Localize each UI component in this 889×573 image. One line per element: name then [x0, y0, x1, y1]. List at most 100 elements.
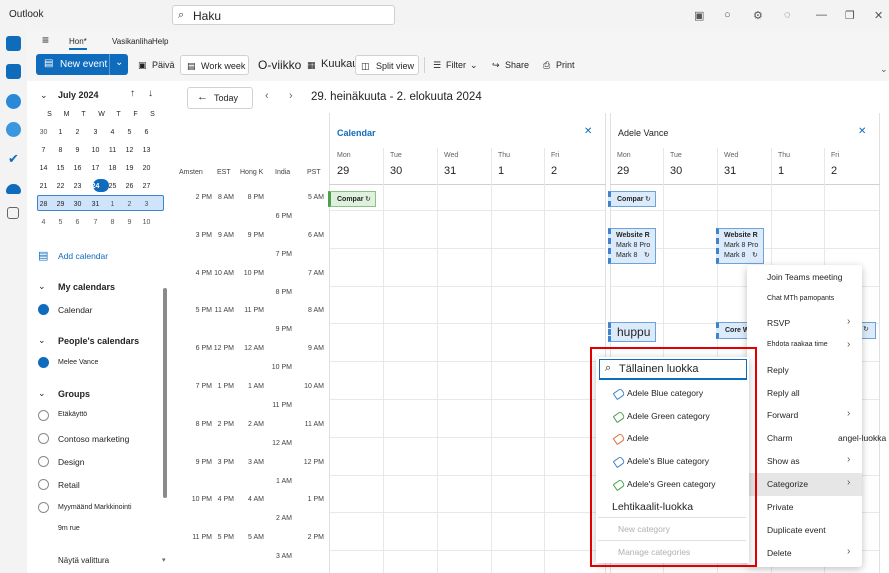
mini-cal-day[interactable]: 27: [138, 183, 155, 190]
context-menu-item[interactable]: RSVP: [767, 318, 790, 328]
day-number[interactable]: 31: [444, 165, 456, 177]
mini-cal-day[interactable]: 1: [52, 129, 69, 136]
mini-cal-day[interactable]: 11: [104, 147, 121, 154]
mini-cal-day[interactable]: 9: [121, 219, 138, 226]
filter-button[interactable]: ☰ Filter ⌄: [430, 55, 482, 75]
context-menu-item[interactable]: Charm: [767, 433, 793, 443]
sidebar-scrollbar[interactable]: [163, 288, 167, 498]
mini-cal-day[interactable]: 10: [138, 219, 155, 226]
arrow-up-icon[interactable]: ↑: [130, 88, 135, 99]
today-button[interactable]: ← Today: [187, 87, 253, 109]
event-huppu[interactable]: huppu: [608, 322, 656, 342]
mini-cal-day[interactable]: 8: [104, 219, 121, 226]
day-number[interactable]: 30: [670, 165, 682, 177]
mini-cal-day[interactable]: 8: [52, 147, 69, 154]
mini-cal-day[interactable]: 30: [35, 129, 52, 136]
ribbon-expand-icon[interactable]: ⌄: [880, 64, 888, 75]
event-compar-adele[interactable]: Compar ↻: [608, 191, 656, 207]
event-website[interactable]: Website R Mark 8 Pro Mark 8 ↻: [716, 228, 764, 264]
todo-icon[interactable]: ✔: [6, 151, 21, 166]
mini-cal-day[interactable]: 25: [104, 183, 121, 190]
my-calendars-heading[interactable]: My calendars: [58, 282, 115, 292]
mini-cal-day[interactable]: 30: [69, 201, 86, 208]
mini-cal-day[interactable]: 22: [52, 183, 69, 190]
mini-cal-day[interactable]: 2: [121, 201, 138, 208]
chevron-down-icon[interactable]: ⌄: [115, 57, 123, 68]
add-calendar-link[interactable]: Add calendar: [58, 251, 108, 261]
tab-help[interactable]: Help: [152, 37, 168, 46]
groups-icon[interactable]: [6, 122, 21, 137]
search-input[interactable]: Haku: [193, 9, 221, 23]
chevron-left-icon[interactable]: ‹: [265, 90, 269, 102]
mini-cal-day[interactable]: 7: [35, 147, 52, 154]
event-website[interactable]: Website R Mark 8 Pro Mark 8 ↻: [608, 228, 656, 264]
context-menu-item[interactable]: Join Teams meeting: [767, 272, 842, 282]
chevron-right-icon[interactable]: ›: [289, 90, 293, 102]
chevron-down-icon[interactable]: ⌄: [40, 90, 48, 101]
mini-cal-day[interactable]: 9: [69, 147, 86, 154]
day-number[interactable]: 29: [337, 165, 349, 177]
context-menu-item[interactable]: Delete: [767, 548, 792, 558]
group-checkbox[interactable]: [38, 479, 49, 490]
split-view-button[interactable]: ◫ Split view: [355, 55, 419, 75]
new-event-button[interactable]: ▤ New event ⌄: [36, 54, 128, 75]
mini-cal-day[interactable]: 15: [52, 165, 69, 172]
mini-cal-day[interactable]: 14: [35, 165, 52, 172]
context-menu-item[interactable]: Ehdota raakaa time: [767, 341, 828, 348]
mini-cal-day[interactable]: 1: [104, 201, 121, 208]
mini-cal-day[interactable]: 3: [87, 129, 104, 136]
mini-cal-day[interactable]: 3: [138, 201, 155, 208]
mini-cal-day[interactable]: 2: [69, 129, 86, 136]
mini-cal-day[interactable]: 7: [87, 219, 104, 226]
close-icon[interactable]: ✕: [874, 9, 883, 22]
mini-cal-day[interactable]: 12: [121, 147, 138, 154]
mini-cal-day[interactable]: 5: [52, 219, 69, 226]
calendar-icon[interactable]: [6, 64, 21, 79]
day-number[interactable]: 1: [498, 165, 504, 177]
event-compar[interactable]: Compar ↻: [328, 191, 376, 207]
restore-icon[interactable]: ❐: [845, 9, 855, 22]
show-all-link[interactable]: Näytä valittura: [58, 556, 109, 565]
context-menu-item[interactable]: Forward: [767, 410, 798, 420]
groups-heading[interactable]: Groups: [58, 389, 90, 399]
mini-cal-day[interactable]: 18: [104, 165, 121, 172]
context-menu-item[interactable]: Categorize: [767, 479, 808, 489]
group-checkbox[interactable]: [38, 502, 49, 513]
close-icon[interactable]: ✕: [858, 126, 866, 137]
mini-cal-day[interactable]: 31: [87, 201, 104, 208]
mini-cal-day[interactable]: 29: [52, 201, 69, 208]
day-number[interactable]: 2: [831, 165, 837, 177]
day-number[interactable]: 1: [778, 165, 784, 177]
calendar-checkbox[interactable]: [38, 304, 49, 315]
context-menu-item[interactable]: Reply: [767, 365, 789, 375]
mini-cal-day[interactable]: 19: [121, 165, 138, 172]
hamburger-icon[interactable]: ≡: [42, 33, 49, 47]
day-number[interactable]: 2: [551, 165, 557, 177]
gear-icon[interactable]: ⚙: [753, 9, 763, 22]
mini-cal-day[interactable]: 16: [69, 165, 86, 172]
day-number[interactable]: 31: [724, 165, 736, 177]
mini-cal-day[interactable]: 17: [87, 165, 104, 172]
chevron-down-icon[interactable]: ⌄: [38, 388, 46, 399]
mini-cal-day[interactable]: 24: [87, 183, 104, 190]
tab-view[interactable]: Vasikanliha: [112, 37, 152, 46]
mini-cal-day[interactable]: 23: [69, 183, 86, 190]
context-menu-item[interactable]: Show as: [767, 456, 800, 466]
work-week-button[interactable]: ▤ Work week: [180, 55, 249, 75]
person-checkbox[interactable]: [38, 357, 49, 368]
mini-cal-day[interactable]: 4: [104, 129, 121, 136]
peoples-calendars-heading[interactable]: People's calendars: [58, 336, 139, 346]
mini-cal-day[interactable]: 4: [35, 219, 52, 226]
context-menu-item[interactable]: Reply all: [767, 388, 800, 398]
day-number[interactable]: 30: [390, 165, 402, 177]
week-view-button[interactable]: O-viikko: [254, 55, 302, 75]
minimize-icon[interactable]: —: [816, 9, 827, 21]
mini-cal-day[interactable]: 21: [35, 183, 52, 190]
chevron-down-icon[interactable]: ⌄: [38, 335, 46, 346]
bell-icon[interactable]: ○: [724, 9, 731, 21]
day-number[interactable]: 29: [617, 165, 629, 177]
apps-icon[interactable]: [7, 207, 19, 219]
onedrive-icon[interactable]: [6, 184, 21, 194]
mini-cal-day[interactable]: 13: [138, 147, 155, 154]
mini-cal-day[interactable]: 26: [121, 183, 138, 190]
